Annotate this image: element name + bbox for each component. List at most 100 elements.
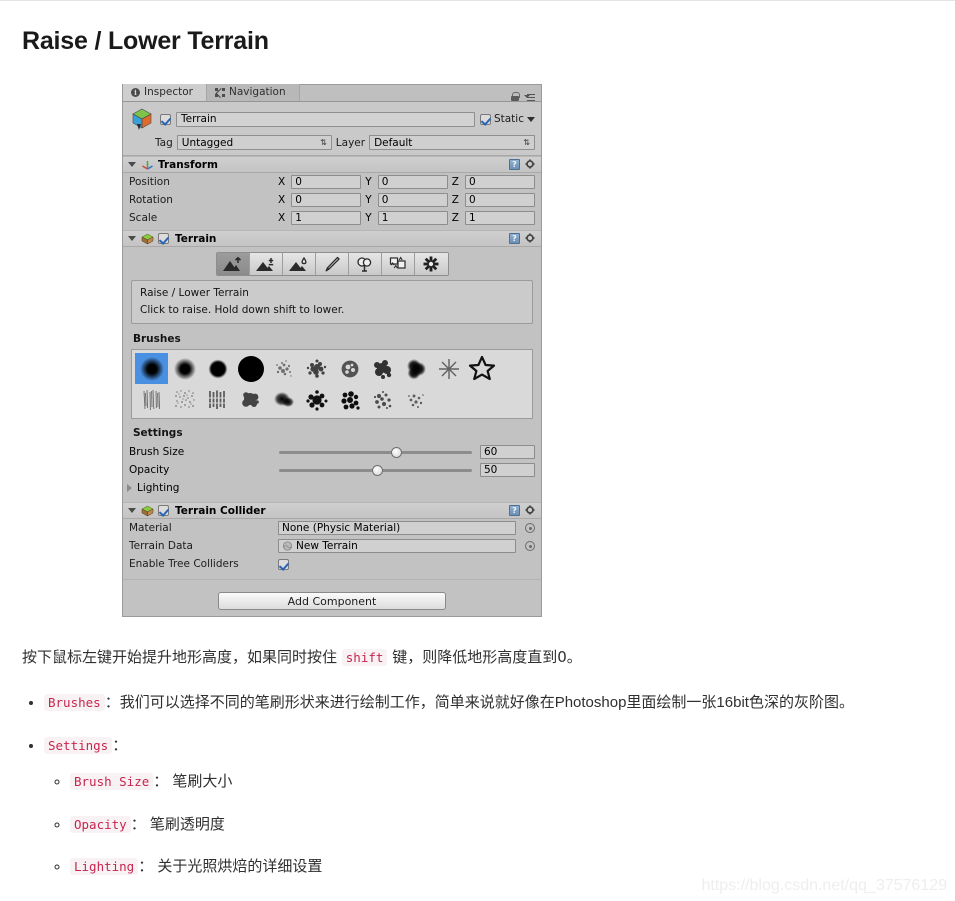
terrain-enabled-checkbox[interactable] [158, 233, 169, 244]
material-picker-icon[interactable] [525, 523, 535, 533]
transform-header[interactable]: Transform ? [123, 156, 541, 173]
scale-x-input[interactable]: 1 [291, 211, 362, 225]
tab-inspector[interactable]: i Inspector [123, 84, 207, 101]
terrain-data-picker-icon[interactable] [525, 541, 535, 551]
watermark: https://blog.csdn.net/qq_37576129 [701, 877, 947, 894]
brush-item[interactable] [366, 384, 399, 415]
brush-item[interactable] [267, 353, 300, 384]
opacity-input[interactable]: 50 [480, 463, 535, 477]
terrain-collider-header[interactable]: Terrain Collider ? [123, 502, 541, 519]
tag-dropdown[interactable]: Untagged ⇅ [176, 135, 332, 150]
paint-details-tool[interactable] [381, 253, 415, 275]
help-icon[interactable]: ? [509, 505, 520, 516]
terrain-header[interactable]: Terrain ? [123, 230, 541, 247]
static-toggle-group[interactable]: Static [479, 113, 535, 125]
shift-key-code: shift [341, 649, 388, 666]
static-checkbox[interactable] [479, 113, 491, 125]
paint-height-tool[interactable] [249, 253, 283, 275]
transform-foldout-icon[interactable] [128, 162, 136, 167]
axis-x-label-3: X [278, 212, 286, 224]
brush-item[interactable] [333, 353, 366, 384]
gameobject-enabled-checkbox[interactable] [160, 113, 171, 125]
brush-item[interactable] [465, 353, 498, 384]
tab-navigation[interactable]: Navigation [206, 84, 300, 101]
gameobject-header: Terrain Static Tag Untagged ⇅ Layer Defa… [123, 102, 541, 156]
brush-item[interactable] [300, 384, 333, 415]
opacity-description: ： 笔刷透明度 [130, 815, 225, 833]
terrain-header-actions: ? [509, 233, 536, 244]
brush-item[interactable] [135, 353, 168, 384]
axis-x-label-2: X [278, 194, 286, 206]
place-trees-tool[interactable] [348, 253, 382, 275]
rotation-y-value: 0 [381, 194, 389, 206]
brushes-label: Brushes [133, 333, 181, 345]
brush-item[interactable] [234, 384, 267, 415]
position-z-input[interactable]: 0 [464, 175, 536, 189]
position-x-input[interactable]: 0 [291, 175, 362, 189]
rotation-y-input[interactable]: 0 [377, 193, 448, 207]
lighting-foldout[interactable]: Lighting [123, 479, 541, 496]
brush-item[interactable] [300, 353, 333, 384]
brush-item[interactable] [399, 384, 432, 415]
smooth-height-tool[interactable] [282, 253, 316, 275]
scale-z-input[interactable]: 1 [464, 211, 536, 225]
brush-size-slider-knob[interactable] [390, 446, 402, 458]
brush-size-input[interactable]: 60 [480, 445, 535, 459]
chevron-down-icon[interactable] [527, 116, 535, 122]
add-component-button[interactable]: Add Component [218, 592, 446, 610]
raise-lower-terrain-tool[interactable] [216, 253, 250, 275]
transform-icon [141, 158, 154, 171]
brush-item[interactable] [168, 353, 201, 384]
position-y-input[interactable]: 0 [377, 175, 448, 189]
rotation-z-input[interactable]: 0 [464, 193, 536, 207]
axis-x-label: X [278, 176, 286, 188]
rotation-x-value: 0 [295, 194, 302, 206]
opacity-slider[interactable] [279, 464, 472, 476]
paint-texture-tool[interactable] [315, 253, 349, 275]
enable-tree-colliders-row: Enable Tree Colliders [123, 555, 541, 573]
list-item: Brush Size： 笔刷大小 [70, 771, 854, 794]
scale-label: Scale [129, 212, 158, 224]
rotation-x-input[interactable]: 0 [291, 193, 362, 207]
brushes-code: Brushes [44, 694, 105, 711]
brush-item[interactable] [168, 384, 201, 415]
axis-y-label-2: Y [365, 194, 372, 206]
brush-size-slider[interactable] [279, 446, 472, 458]
help-icon[interactable]: ? [509, 159, 520, 170]
gear-icon[interactable] [525, 159, 536, 170]
terrain-data-object-field[interactable]: New Terrain [278, 539, 516, 553]
lighting-label: Lighting [137, 481, 180, 494]
chevron-right-icon[interactable] [127, 483, 132, 492]
brush-item[interactable] [333, 384, 366, 415]
inspector-header-icons [511, 92, 541, 101]
brush-item[interactable] [399, 353, 432, 384]
brush-item[interactable] [234, 353, 267, 384]
brush-item[interactable] [135, 384, 168, 415]
terrain-collider-foldout-icon[interactable] [128, 508, 136, 513]
brush-size-code: Brush Size [70, 773, 154, 790]
terrain-foldout-icon[interactable] [128, 236, 136, 241]
terrain-collider-header-actions: ? [509, 505, 536, 516]
material-object-field[interactable]: None (Physic Material) [278, 521, 516, 535]
brush-item[interactable] [366, 353, 399, 384]
lock-icon[interactable] [511, 92, 520, 101]
help-icon[interactable]: ? [509, 233, 520, 244]
tool-info-title: Raise / Lower Terrain [140, 287, 249, 299]
feature-list: Brushes：我们可以选择不同的笔刷形状来进行绘制工作，简单来说就好像在Pho… [22, 692, 854, 899]
terrain-collider-component: Terrain Collider ? Material None (Physic… [123, 502, 541, 573]
brush-item[interactable] [267, 384, 300, 415]
terrain-collider-enabled-checkbox[interactable] [158, 505, 169, 516]
opacity-slider-knob[interactable] [371, 464, 383, 476]
gear-icon[interactable] [525, 233, 536, 244]
menu-icon[interactable] [524, 93, 535, 101]
enable-tree-colliders-checkbox[interactable] [278, 558, 289, 570]
terrain-settings-tool[interactable] [414, 253, 448, 275]
list-item: Opacity： 笔刷透明度 [70, 814, 854, 837]
brush-item[interactable] [201, 384, 234, 415]
brush-item[interactable] [432, 353, 465, 384]
gear-icon[interactable] [525, 505, 536, 516]
layer-dropdown[interactable]: Default ⇅ [369, 135, 535, 150]
gameobject-name-input[interactable]: Terrain [176, 111, 475, 127]
brush-item[interactable] [201, 353, 234, 384]
scale-y-input[interactable]: 1 [377, 211, 448, 225]
